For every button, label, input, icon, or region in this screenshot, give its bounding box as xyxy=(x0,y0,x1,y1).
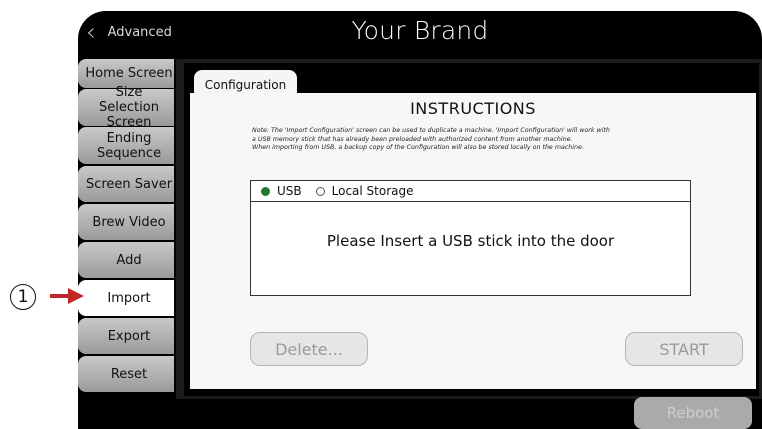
radio-unselected-icon xyxy=(315,186,325,196)
note-line: a USB memory stick that has already been… xyxy=(252,135,573,143)
sidebar-item-label: Ending Sequence xyxy=(96,130,162,161)
sidebar-item-label: Home Screen xyxy=(85,66,173,81)
sidebar-item-reset[interactable]: Reset xyxy=(78,356,174,392)
sidebar-item-label: Add xyxy=(116,252,142,268)
radio-label: USB xyxy=(277,184,302,198)
note-line: When importing from USB, a backup copy o… xyxy=(252,144,584,152)
sidebar-item-ending-sequence[interactable]: Ending Sequence xyxy=(78,127,174,164)
sidebar-item-label: Size Selection Screen xyxy=(99,85,159,130)
sidebar-item-export[interactable]: Export xyxy=(78,318,174,354)
sidebar-item-size-selection-screen[interactable]: Size Selection Screen xyxy=(78,85,174,130)
sidebar-item-label: Screen Saver xyxy=(85,176,173,192)
storage-source-box: USB Local Storage Please Insert a USB st… xyxy=(250,180,691,296)
sidebar-item-label: Import xyxy=(107,290,151,306)
sidebar-item-home-screen[interactable]: Home Screen xyxy=(78,59,174,88)
start-button[interactable]: START xyxy=(625,332,743,366)
radio-selected-icon xyxy=(261,186,270,196)
sidebar-item-screen-saver[interactable]: Screen Saver xyxy=(78,166,174,202)
sidebar-item-label: Reset xyxy=(110,366,148,382)
source-selector: USB Local Storage xyxy=(251,181,690,202)
sidebar-item-label: Brew Video xyxy=(92,214,166,230)
arrow-right-icon xyxy=(50,288,84,304)
usb-message: Please Insert a USB stick into the door xyxy=(326,232,615,250)
tab-label: Configuration xyxy=(204,78,287,92)
instructions-title: INSTRUCTIONS xyxy=(410,99,536,118)
configuration-content: INSTRUCTIONS Note: The 'Import Configura… xyxy=(190,93,756,389)
delete-button[interactable]: Delete... xyxy=(250,332,368,366)
instructions-note: Note: The 'Import Configuration' screen … xyxy=(252,127,732,153)
note-line: Note: The 'Import Configuration' screen … xyxy=(252,127,610,134)
top-bar: ‹ Advanced Your Brand xyxy=(78,11,762,53)
sidebar-item-import[interactable]: Import xyxy=(78,280,174,316)
sidebar-item-label: Export xyxy=(107,328,151,344)
sidebar-item-add[interactable]: Add xyxy=(78,242,174,278)
annotation-number: 1 xyxy=(10,284,36,310)
reboot-button[interactable]: Reboot xyxy=(634,397,752,429)
radio-local-storage[interactable]: Local Storage xyxy=(315,184,414,198)
radio-usb[interactable]: USB xyxy=(261,184,302,198)
brand-title: Your Brand xyxy=(351,16,489,45)
radio-label: Local Storage xyxy=(331,184,414,198)
device-frame: ‹ Advanced Your Brand Home Screen Size S… xyxy=(78,11,762,429)
sidebar-item-brew-video[interactable]: Brew Video xyxy=(78,204,174,240)
